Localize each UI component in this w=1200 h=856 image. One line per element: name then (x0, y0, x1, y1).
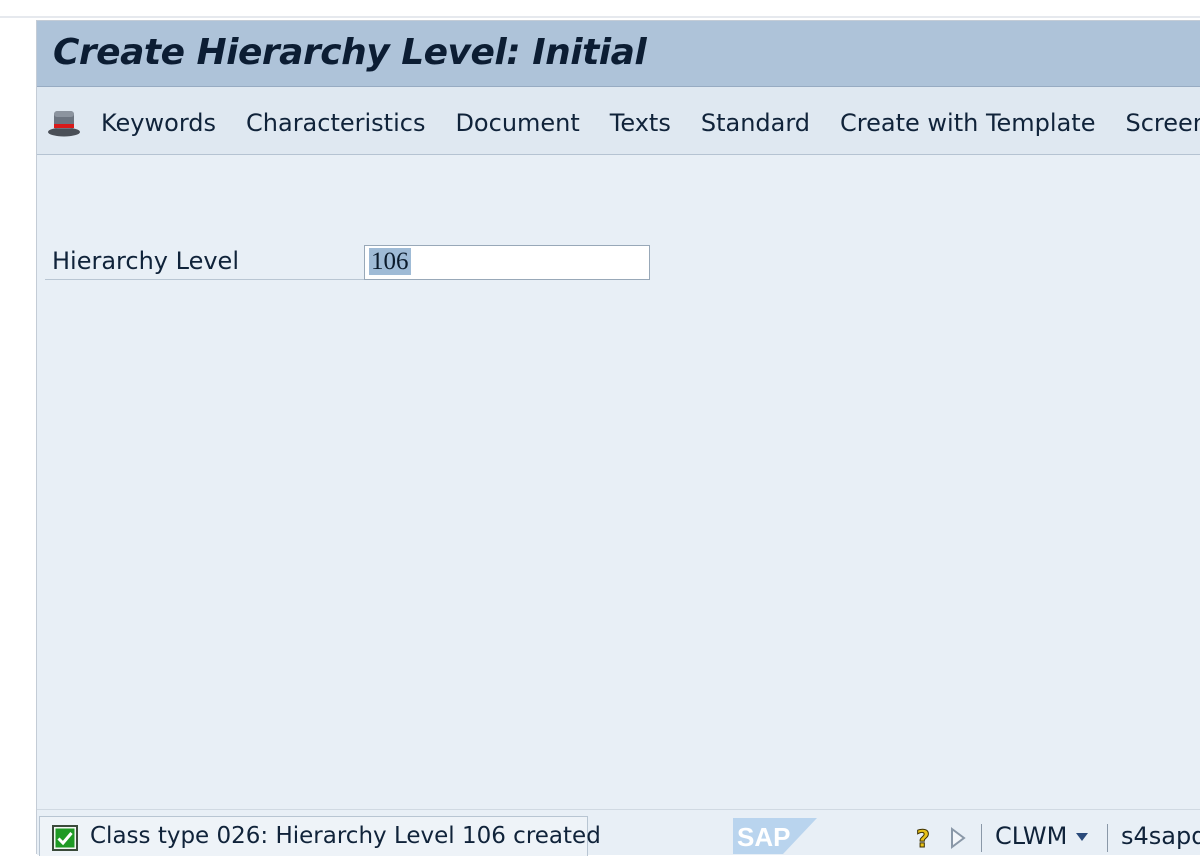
status-message-text: Class type 026: Hierarchy Level 106 crea… (90, 823, 601, 849)
svg-text:?: ? (916, 825, 930, 852)
toolbar-create-with-template[interactable]: Create with Template (840, 105, 1125, 141)
title-bar: Create Hierarchy Level: Initial (37, 21, 1200, 87)
top-strip (0, 0, 1200, 18)
play-arrow-icon[interactable] (949, 826, 967, 850)
success-check-icon (52, 825, 78, 851)
status-message[interactable]: Class type 026: Hierarchy Level 106 crea… (39, 816, 601, 856)
application-toolbar: Keywords Characteristics Document Texts … (37, 87, 1200, 155)
status-bar: Class type 026: Hierarchy Level 106 crea… (37, 809, 1200, 856)
label-underline (45, 279, 365, 280)
toolbar-keywords[interactable]: Keywords (101, 105, 246, 141)
hat-icon[interactable] (47, 107, 81, 137)
hierarchy-level-input[interactable]: 106 (364, 245, 650, 280)
toolbar-characteristics[interactable]: Characteristics (246, 105, 455, 141)
hierarchy-level-label: Hierarchy Level (52, 247, 239, 275)
toolbar-document[interactable]: Document (455, 105, 609, 141)
system-name: CLWM (995, 822, 1068, 850)
toolbar-screen-selection[interactable]: Screen Sele (1125, 105, 1200, 141)
toolbar-items: Keywords Characteristics Document Texts … (101, 105, 1200, 141)
toolbar-standard[interactable]: Standard (701, 105, 840, 141)
status-divider (981, 824, 982, 852)
toolbar-texts[interactable]: Texts (610, 105, 701, 141)
help-icon[interactable]: ? (913, 824, 939, 853)
hierarchy-level-value: 106 (369, 248, 411, 275)
sap-window: Create Hierarchy Level: Initial Keywords… (36, 20, 1200, 856)
server-name: s4sapd (1121, 822, 1200, 850)
status-divider (1107, 824, 1108, 852)
sap-logo: SAP (733, 818, 817, 854)
chevron-down-icon[interactable] (1075, 832, 1089, 842)
svg-text:SAP: SAP (737, 822, 790, 852)
hierarchy-level-row: Hierarchy Level 106 (45, 243, 665, 281)
page-title: Create Hierarchy Level: Initial (53, 32, 647, 73)
